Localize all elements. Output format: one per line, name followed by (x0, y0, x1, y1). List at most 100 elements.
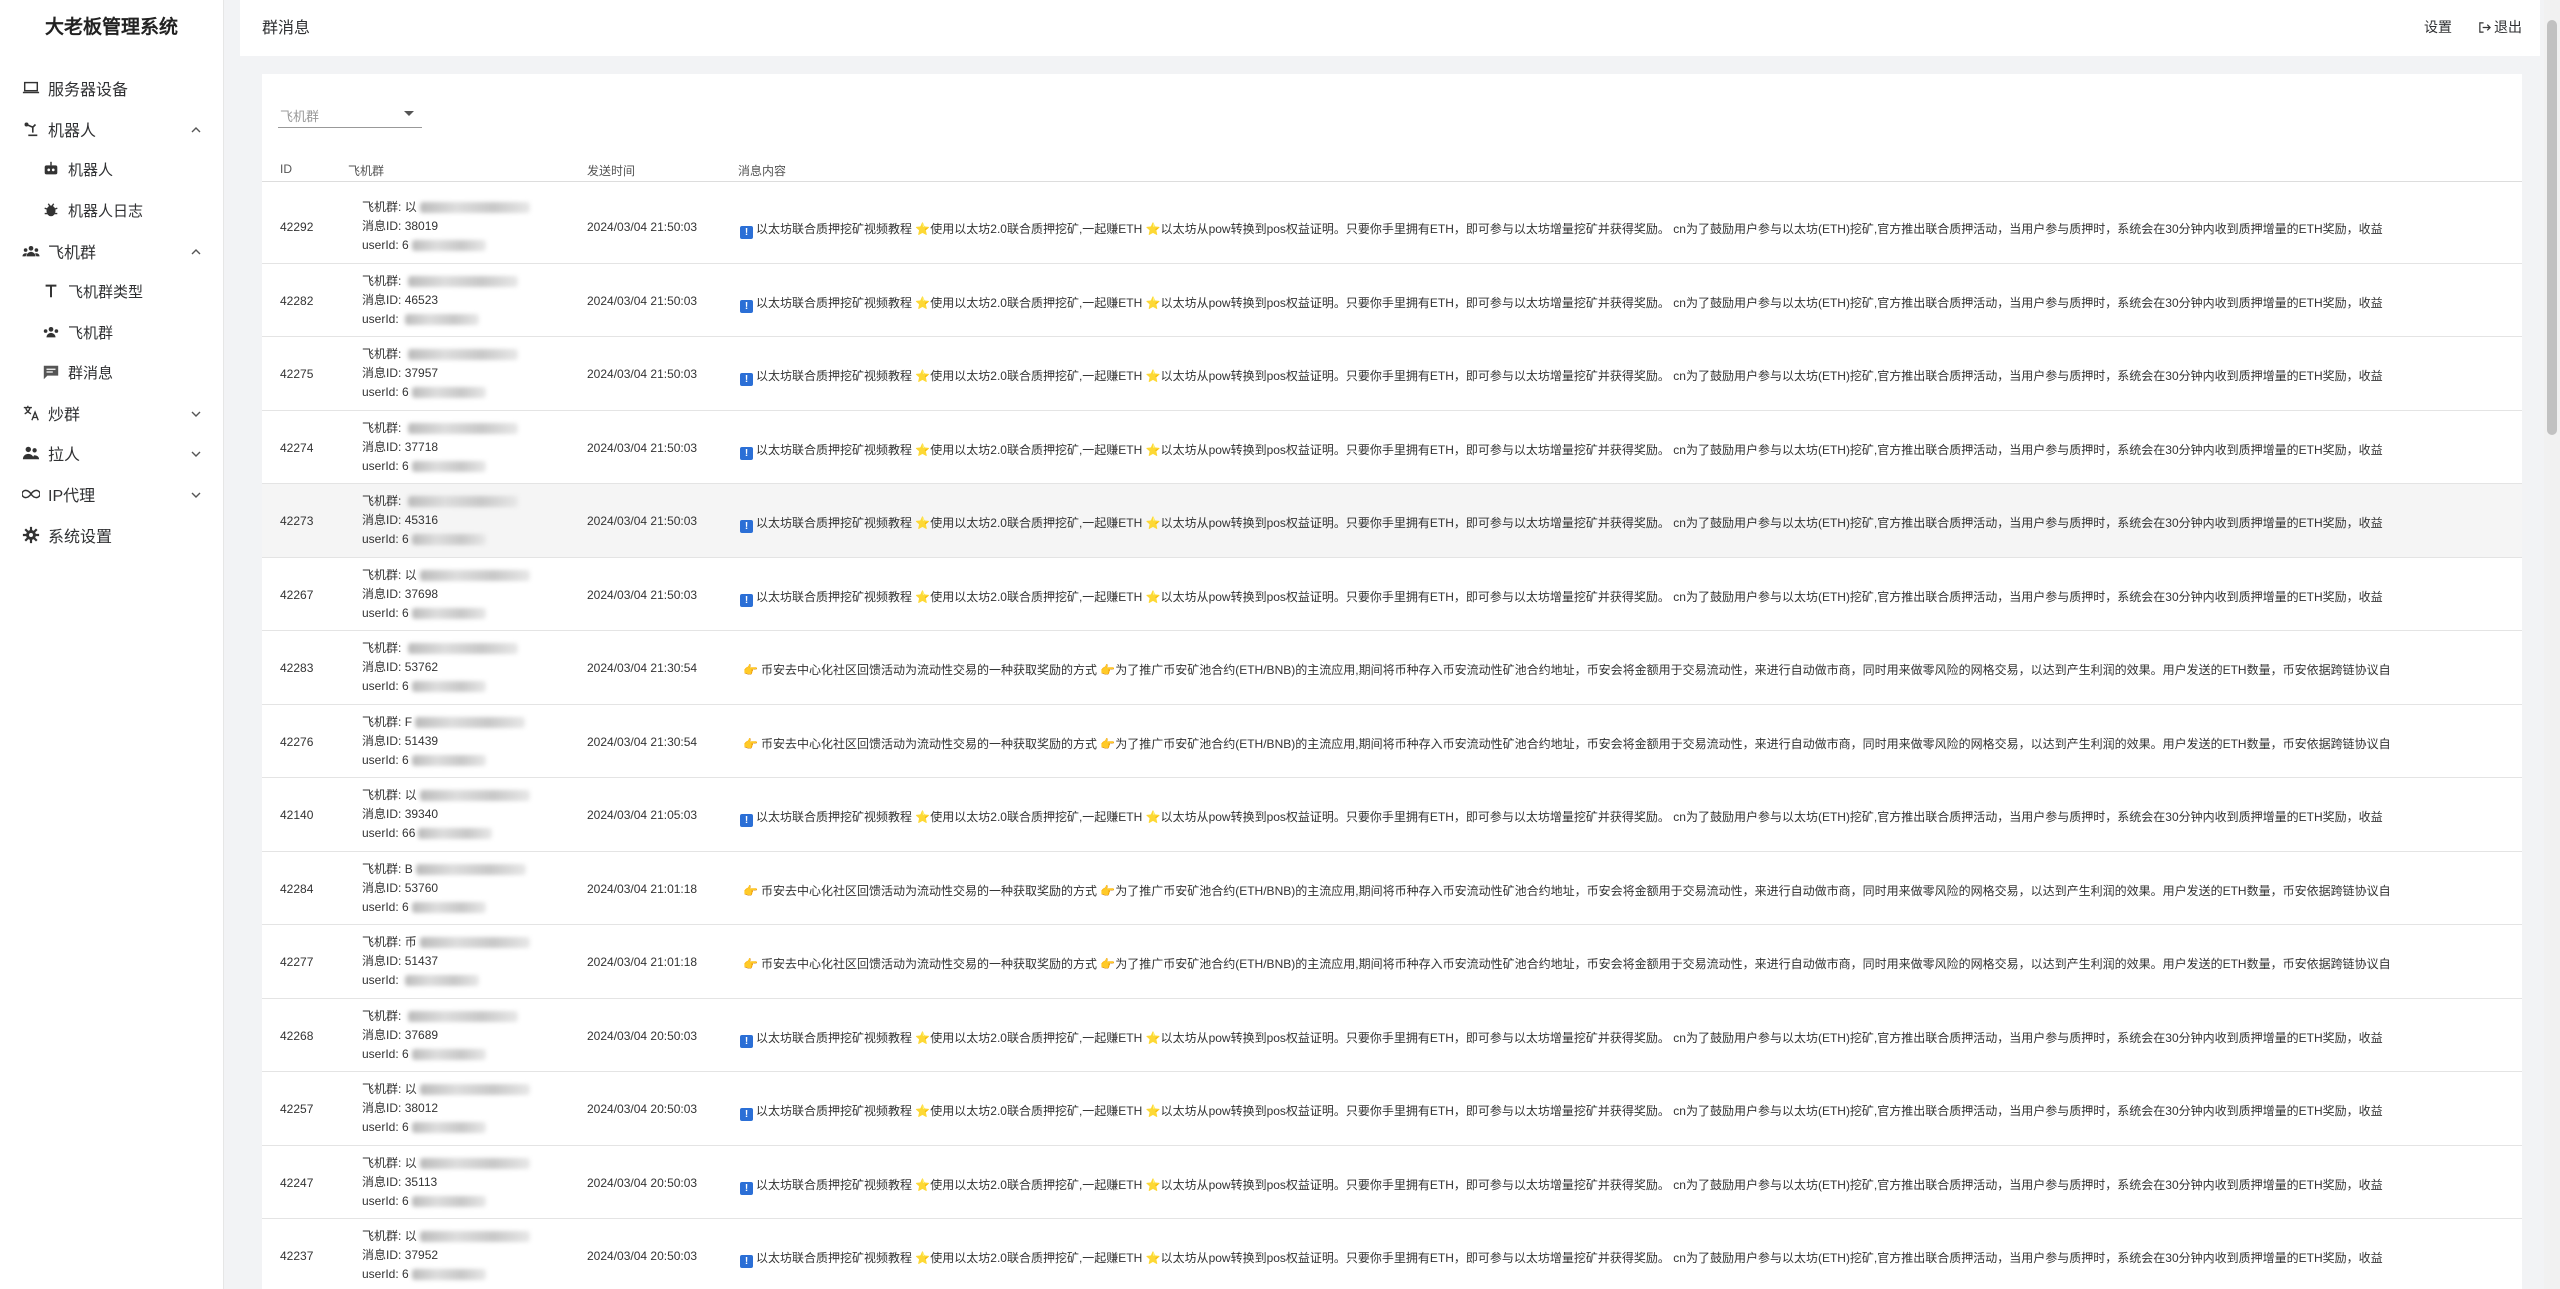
redacted-text (419, 1084, 530, 1096)
message-text: 以太坊联合质押挖矿视频教程 ⭐使用以太坊2.0联合质押挖矿,一起赚ETH ⭐以太… (756, 1177, 2383, 1192)
sidebar-item-hype[interactable]: 炒群 (0, 395, 224, 431)
message-text: 以太坊联合质押挖矿视频教程 ⭐使用以太坊2.0联合质押挖矿,一起赚ETH ⭐以太… (756, 369, 2383, 383)
sidebar-item-label: 飞机群类型 (68, 283, 144, 301)
table-row[interactable]: 42284 飞机群: B 消息ID: 53760 userId: 6 2024/03/0… (262, 852, 2522, 925)
sidebar-item-groups-section[interactable]: 飞机群 (0, 233, 224, 269)
row-message-content: ! 以太坊联合质押挖矿视频教程 ⭐使用以太坊2.0联合质押挖矿,一起赚ETH ⭐以… (740, 441, 2522, 460)
column-header-id[interactable]: ID (280, 162, 292, 176)
table-row[interactable]: 42276 飞机群: F 消息ID: 51439 userId: 6 2024/03/0… (262, 705, 2522, 778)
row-message-content: ! 以太坊联合质押挖矿视频教程 ⭐使用以太坊2.0联合质押挖矿,一起赚ETH ⭐以… (740, 294, 2522, 313)
table-row[interactable]: 42257 飞机群: 以消息ID: 38012 userId: 6 2024/03/0… (262, 1072, 2522, 1146)
table-row[interactable]: 42268 飞机群: 消息ID: 37689 userId: 6 2024/03/04… (262, 999, 2522, 1072)
redacted-text (411, 681, 486, 693)
row-send-time: 2024/03/04 21:50:03 (587, 587, 698, 602)
users-icon (20, 442, 42, 464)
row-id: 42282 (280, 293, 314, 308)
sidebar-item-group-types[interactable]: 飞机群类型 (0, 273, 224, 309)
group-prefix: 飞机群: (362, 200, 402, 214)
row-group-info: 飞机群: 消息ID: 46523 userId: (362, 272, 518, 329)
table-row[interactable]: 42282 飞机群: 消息ID: 46523 userId: 2024/03/04 … (262, 264, 2522, 337)
message-id: 37698 (404, 586, 439, 601)
group-name: F (404, 714, 413, 729)
user-id: 6 (402, 238, 409, 252)
sidebar-item-group-messages[interactable]: 群消息 (0, 354, 224, 390)
info-badge-icon: ! (740, 1108, 753, 1121)
table-row[interactable]: 42267 飞机群: 以消息ID: 37698 userId: 6 2024/03/0… (262, 558, 2522, 631)
table-row[interactable]: 42275 飞机群: 消息ID: 37957 userId: 6 2024/03/04… (262, 337, 2522, 411)
row-id: 42275 (280, 367, 314, 381)
settings-link[interactable]: 设置 (2424, 17, 2452, 37)
table-row[interactable]: 42140 飞机群: 以消息ID: 39340 userId: 66 2024/03/… (262, 778, 2522, 852)
redacted-text (411, 240, 486, 252)
message-id: 46523 (404, 292, 439, 307)
table-header: ID 飞机群 发送时间 消息内容 (262, 156, 2522, 182)
sidebar-item-groups[interactable]: 飞机群 (0, 314, 224, 350)
msgid-prefix: 消息ID: (362, 292, 402, 307)
sidebar-item-label: 机器人 (68, 161, 114, 179)
group-icon (40, 321, 62, 343)
column-header-group[interactable]: 飞机群 (348, 162, 384, 179)
info-badge-icon: ! (740, 1255, 753, 1268)
row-id: 42273 (280, 514, 314, 528)
row-group-info: 飞机群: 以消息ID: 38019 userId: 6 (362, 198, 530, 255)
app-title: 大老板管理系统 (44, 17, 178, 38)
table-row[interactable]: 42292 飞机群: 以消息ID: 38019 userId: 6 2024/03/0… (262, 190, 2522, 264)
sidebar-item-label: 系统设置 (48, 529, 113, 546)
redacted-text (419, 790, 530, 802)
group-name: 以 (404, 1082, 417, 1096)
row-send-time: 2024/03/04 21:50:03 (587, 367, 698, 381)
column-header-time[interactable]: 发送时间 (587, 162, 635, 179)
userid-prefix: userId: (362, 1120, 399, 1134)
sidebar-item-robots[interactable]: 机器人 (0, 151, 224, 187)
table-row[interactable]: 42274 飞机群: 消息ID: 37718 userId: 6 2024/03/04… (262, 411, 2522, 484)
sidebar-item-invite[interactable]: 拉人 (0, 435, 224, 471)
user-id: 6 (402, 679, 409, 693)
row-send-time: 2024/03/04 21:30:54 (587, 661, 698, 675)
logout-button[interactable]: 退出 (2478, 17, 2522, 37)
message-text: 以太坊联合质押挖矿视频教程 ⭐使用以太坊2.0联合质押挖矿,一起赚ETH ⭐以太… (756, 1251, 2383, 1265)
table-row[interactable]: 42283 飞机群: 消息ID: 53762 userId: 6 2024/03/04… (262, 631, 2522, 705)
table-row[interactable]: 42273 飞机群: 消息ID: 45316 userId: 6 2024/03/04… (262, 484, 2522, 558)
info-badge-icon: ! (740, 520, 753, 533)
sidebar-item-system-settings[interactable]: 系统设置 (0, 517, 224, 553)
group-name: B (404, 861, 413, 876)
message-text: 币安去中心化社区回馈活动为流动性交易的一种获取奖励的方式 👉为了推广币安矿池合约… (760, 663, 2391, 677)
msgid-prefix: 消息ID: (362, 660, 402, 674)
row-id: 42247 (280, 1175, 314, 1190)
sidebar-item-ip-proxy[interactable]: IP代理 (0, 476, 224, 512)
message-id: 37957 (404, 366, 439, 380)
user-id: 6 (402, 752, 409, 767)
page-scrollbar[interactable] (2544, 0, 2560, 1289)
row-group-info: 飞机群: 消息ID: 53762 userId: 6 (362, 639, 518, 696)
column-header-message[interactable]: 消息内容 (738, 162, 786, 179)
redacted-text (411, 1122, 486, 1134)
sidebar-item-label: IP代理 (48, 488, 96, 505)
chevron-down-icon (190, 407, 202, 419)
userid-prefix: userId: (362, 973, 399, 987)
group-filter-select[interactable]: 飞机群 (278, 100, 422, 128)
table-row[interactable]: 42277 飞机群: 币消息ID: 51437 userId: 2024/03/04… (262, 925, 2522, 999)
group-name: 币 (404, 935, 417, 949)
scrollbar-thumb[interactable] (2547, 20, 2557, 435)
sidebar-item-label: 拉人 (48, 447, 81, 464)
sidebar-item-servers[interactable]: 服务器设备 (0, 70, 224, 106)
table-row[interactable]: 42237 飞机群: 以消息ID: 37952 userId: 6 2024/03/0… (262, 1219, 2522, 1289)
sidebar-item-robots-group[interactable]: 机器人 (0, 111, 224, 147)
gear-icon (20, 524, 42, 546)
redacted-text (411, 754, 486, 766)
message-text: 以太坊联合质押挖矿视频教程 ⭐使用以太坊2.0联合质押挖矿,一起赚ETH ⭐以太… (756, 222, 2383, 236)
sidebar-item-robot-logs[interactable]: 机器人日志 (0, 192, 224, 228)
redacted-text (411, 1269, 486, 1281)
group-prefix: 飞机群: (362, 935, 402, 949)
row-group-info: 飞机群: 以消息ID: 38012 userId: 6 (362, 1080, 530, 1137)
row-message-content: ! 以太坊联合质押挖矿视频教程 ⭐使用以太坊2.0联合质押挖矿,一起赚ETH ⭐以… (740, 1249, 2522, 1268)
group-prefix: 飞机群: (362, 1229, 402, 1243)
group-prefix: 飞机群: (362, 714, 402, 729)
row-id: 42292 (280, 220, 314, 234)
top-bar: 群消息 设置 退出 (240, 0, 2540, 56)
redacted-text (415, 863, 526, 875)
row-message-content: ! 以太坊联合质押挖矿视频教程 ⭐使用以太坊2.0联合质押挖矿,一起赚ETH ⭐以… (740, 1029, 2522, 1048)
table-row[interactable]: 42247 飞机群: 以消息ID: 35113 userId: 6 2024/03/0… (262, 1146, 2522, 1219)
message-id: 38019 (404, 219, 439, 233)
message-text: 以太坊联合质押挖矿视频教程 ⭐使用以太坊2.0联合质押挖矿,一起赚ETH ⭐以太… (756, 295, 2383, 310)
